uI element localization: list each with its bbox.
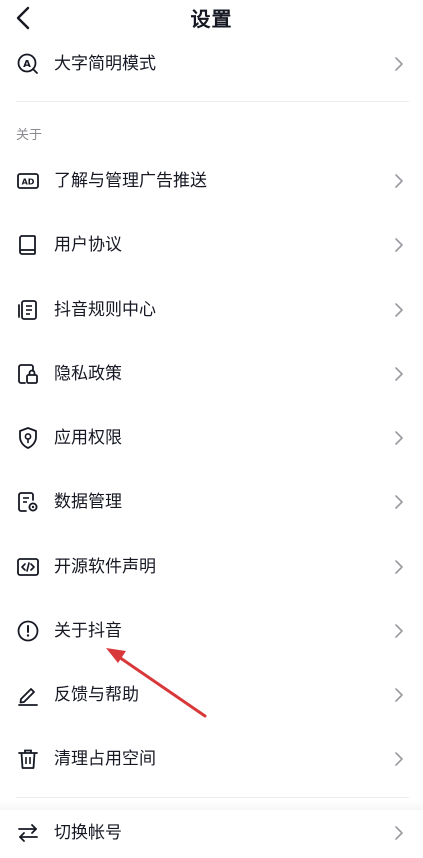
setting-item-data-management[interactable]: 数据管理 [0, 477, 423, 527]
chevron-right-icon [395, 752, 403, 766]
setting-item-label: 切换帐号 [54, 823, 122, 843]
setting-item-label: 清理占用空间 [54, 749, 156, 769]
switch-arrows-icon [18, 824, 38, 842]
chevron-right-icon [395, 688, 403, 702]
setting-item-switch-account[interactable]: 切换帐号 [0, 808, 423, 858]
code-icon [17, 558, 39, 576]
setting-item-label: 应用权限 [54, 428, 122, 448]
setting-item-label: 隐私政策 [54, 364, 122, 384]
setting-item-large-font[interactable]: A 大字简明模式 [0, 39, 423, 89]
setting-item-label: 用户协议 [54, 235, 122, 255]
chevron-right-icon [395, 624, 403, 638]
section-title-about: 关于 [16, 128, 43, 143]
setting-item-privacy-policy[interactable]: 隐私政策 [0, 349, 423, 399]
chevron-right-icon [395, 174, 403, 188]
chevron-right-icon [395, 367, 403, 381]
trash-icon [18, 749, 38, 769]
permission-shield-icon [19, 427, 37, 449]
setting-item-clear-storage[interactable]: 清理占用空间 [0, 734, 423, 784]
setting-item-label: 数据管理 [54, 492, 122, 512]
setting-item-feedback-help[interactable]: 反馈与帮助 [0, 670, 423, 720]
chevron-right-icon [395, 431, 403, 445]
chevron-right-icon [395, 238, 403, 252]
large-font-icon: A [17, 53, 38, 74]
setting-item-rules-center[interactable]: 抖音规则中心 [0, 285, 423, 335]
setting-item-app-permissions[interactable]: 应用权限 [0, 413, 423, 463]
setting-item-label: 了解与管理广告推送 [54, 171, 207, 191]
chevron-right-icon [395, 303, 403, 317]
setting-item-open-source[interactable]: 开源软件声明 [0, 542, 423, 592]
chevron-right-icon [395, 560, 403, 574]
chevron-right-icon [395, 57, 403, 71]
setting-item-label: 反馈与帮助 [54, 685, 139, 705]
setting-item-label: 大字简明模式 [54, 54, 156, 74]
setting-item-about-douyin[interactable]: 关于抖音 [0, 606, 423, 656]
divider [16, 797, 409, 798]
setting-item-label: 抖音规则中心 [54, 300, 156, 320]
setting-item-user-agreement[interactable]: 用户协议 [0, 220, 423, 270]
info-circle-icon [17, 620, 39, 642]
book-icon [19, 235, 36, 255]
page-title: 设置 [190, 7, 233, 31]
setting-item-label: 关于抖音 [54, 621, 122, 641]
divider [16, 101, 409, 102]
rules-document-icon [18, 300, 37, 320]
svg-text:A: A [23, 59, 31, 70]
ad-icon: AD [17, 173, 39, 189]
privacy-lock-icon [18, 364, 38, 384]
chevron-right-icon [395, 495, 403, 509]
chevron-right-icon [395, 826, 403, 840]
pencil-icon [18, 688, 38, 706]
nav-header: 设置 [0, 0, 423, 36]
data-manage-icon [18, 492, 38, 512]
svg-text:AD: AD [22, 178, 35, 187]
setting-item-label: 开源软件声明 [54, 557, 156, 577]
setting-item-ad-management[interactable]: AD 了解与管理广告推送 [0, 156, 423, 206]
